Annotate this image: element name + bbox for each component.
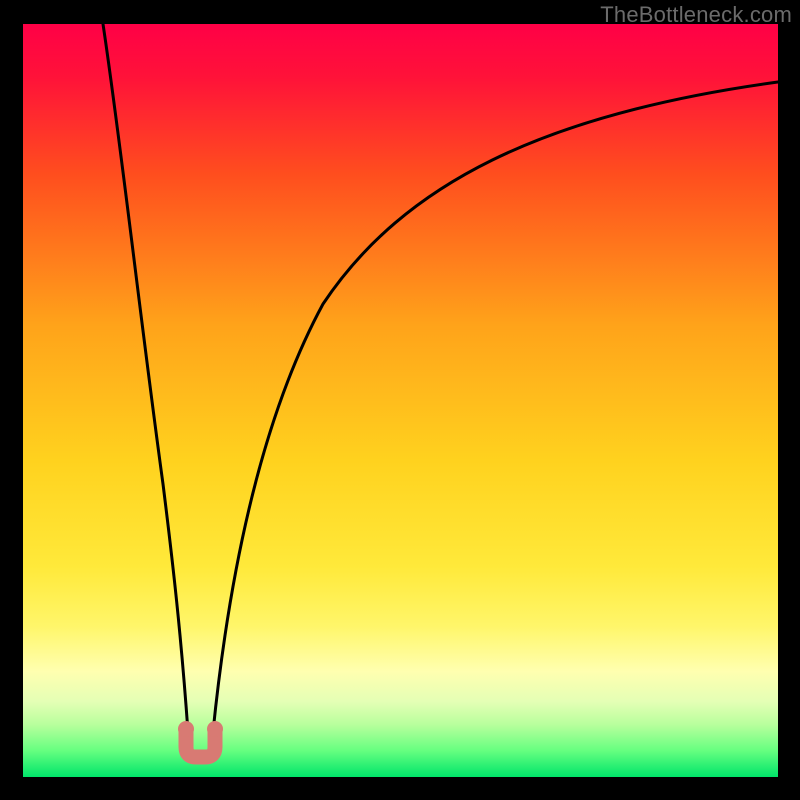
watermark-text: TheBottleneck.com (600, 2, 792, 28)
gradient-background (23, 24, 778, 777)
chart-frame: TheBottleneck.com (0, 0, 800, 800)
valley-marker-cap-right (207, 721, 223, 737)
bottleneck-curve-plot (23, 24, 778, 777)
valley-marker-cap-left (178, 721, 194, 737)
